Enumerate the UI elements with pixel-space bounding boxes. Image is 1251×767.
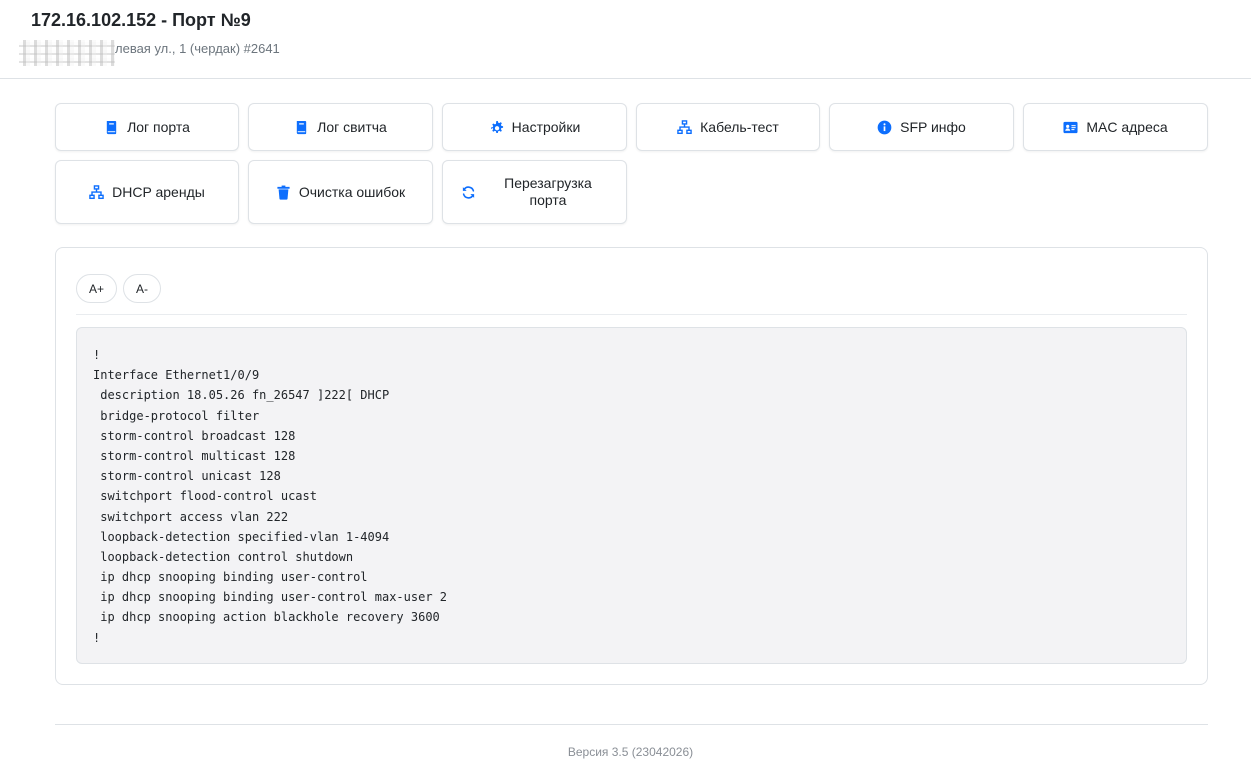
switch-log-button[interactable]: Лог свитча — [248, 103, 433, 151]
refresh-icon — [461, 185, 476, 200]
gear-icon — [489, 120, 504, 135]
config-line: switchport access vlan 222 — [93, 509, 289, 524]
config-line: loopback-detection specified-vlan 1-4094 — [93, 529, 390, 544]
font-increase-button[interactable]: A+ — [76, 274, 117, 303]
config-line: storm-control unicast 128 — [93, 469, 281, 484]
dhcp-leases-label: DHCP аренды — [112, 183, 205, 200]
config-card: A+ A- ! Interface Ethernet1/0/9 descripti… — [55, 247, 1208, 685]
restart-port-label: Перезагрузка порта — [504, 175, 592, 208]
config-line: ip dhcp snooping action blackhole recove… — [93, 610, 440, 625]
version-text: Версия 3.5 (23042026) — [567, 745, 694, 759]
cable-test-label: Кабель-тест — [700, 118, 779, 135]
mac-addresses-label: MAC адреса — [1086, 118, 1168, 135]
switch-log-label: Лог свитча — [317, 118, 387, 135]
config-line: ip dhcp snooping binding user-control ma… — [93, 590, 448, 605]
config-line: switchport flood-control ucast — [93, 489, 317, 504]
settings-label: Настройки — [511, 118, 581, 135]
config-line: ! — [93, 630, 101, 645]
cable-test-button[interactable]: Кабель-тест — [636, 103, 820, 151]
config-line: storm-control broadcast 128 — [93, 428, 296, 443]
config-line: bridge-protocol filter — [93, 408, 260, 423]
config-line: ip dhcp snooping binding user-control — [93, 570, 368, 585]
network-icon — [89, 184, 104, 200]
restart-port-button[interactable]: Перезагрузка порта — [442, 160, 627, 224]
trash-icon — [276, 185, 291, 200]
footer-divider — [55, 724, 1208, 725]
redacted-text — [19, 40, 115, 66]
port-log-button[interactable]: Лог порта — [55, 103, 239, 151]
settings-button[interactable]: Настройки — [442, 103, 627, 151]
clear-errors-label: Очистка ошибок — [298, 183, 406, 200]
dhcp-leases-button[interactable]: DHCP аренды — [55, 160, 239, 224]
divider — [76, 314, 1187, 315]
config-line: ! — [93, 348, 101, 362]
mac-addresses-button[interactable]: MAC адреса — [1023, 103, 1208, 151]
book-icon — [294, 120, 309, 135]
sfp-info-button[interactable]: SFP инфо — [829, 103, 1014, 151]
page-header: 172.16.102.152 - Порт №9 левая ул., 1 (ч… — [0, 0, 1251, 79]
config-line: storm-control multicast 128 — [93, 448, 296, 463]
clear-errors-button[interactable]: Очистка ошибок — [248, 160, 433, 224]
config-line: description 18.05.26 fn_26547 ]222[ DHCP — [93, 388, 390, 403]
port-log-label: Лог порта — [127, 118, 190, 135]
book-icon — [104, 120, 119, 135]
page-title: 172.16.102.152 - Порт №9 — [31, 10, 251, 30]
address-text: левая ул., 1 (чердак) #2641 — [115, 41, 280, 56]
info-circle-icon — [877, 120, 892, 135]
id-card-icon — [1063, 120, 1078, 135]
font-decrease-button[interactable]: A- — [123, 274, 161, 303]
sfp-info-label: SFP инфо — [900, 118, 966, 135]
config-line: Interface Ethernet1/0/9 — [93, 368, 260, 383]
config-output: ! Interface Ethernet1/0/9 description 18.… — [76, 327, 1187, 664]
network-icon — [677, 119, 692, 135]
config-line: loopback-detection control shutdown — [93, 549, 354, 564]
